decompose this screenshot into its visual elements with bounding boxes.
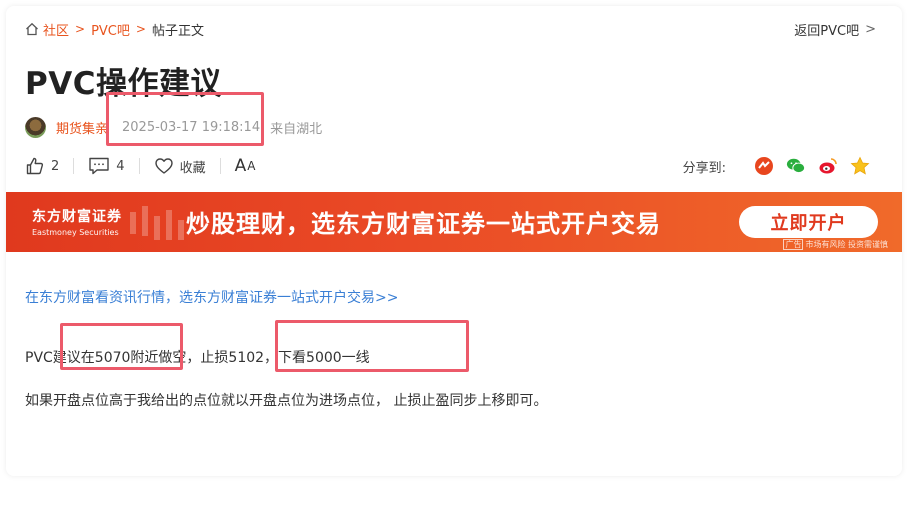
divider (138, 158, 140, 174)
breadcrumb: 社区 > PVC吧 > 帖子正文 (25, 20, 204, 39)
ad-disclaimer: 广告 市场有风险 投资需谨慎 (783, 239, 888, 250)
post-paragraph: 如果开盘点位高于我给出的点位就以开盘点位为进场点位， 止损止盈同步上移即可。 (25, 393, 548, 409)
heart-icon (154, 158, 173, 174)
banner-slogan: 炒股理财，选东方财富证券一站式开户交易 (186, 210, 661, 238)
author-name[interactable]: 期货集亲 (56, 118, 108, 137)
share-label: 分享到: (682, 160, 726, 176)
font-size-large: A (234, 156, 247, 176)
eastmoney-logo: 东方财富证券 Eastmoney Securities (32, 206, 122, 237)
ad-note: 市场有风险 投资需谨慎 (805, 240, 888, 249)
breadcrumb-pvc-bar[interactable]: PVC吧 (91, 20, 130, 39)
post-paragraph: PVC建议在5070附近做空，止损5102，下看5000一线 (25, 350, 370, 366)
share-bar: 分享到: (683, 156, 870, 176)
post-title: PVC操作建议 (25, 66, 222, 102)
post-location: 来自湖北 (270, 122, 323, 137)
share-qzone-icon[interactable] (850, 156, 870, 176)
chevron-right-icon: > (135, 22, 146, 36)
avatar[interactable] (25, 117, 46, 138)
home-icon[interactable] (25, 22, 39, 36)
ad-banner[interactable]: 东方财富证券 Eastmoney Securities 炒股理财，选东方财富证券… (6, 192, 902, 252)
back-to-bar-link[interactable]: 返回PVC吧 > (794, 20, 876, 39)
open-account-button[interactable]: 立即开户 (739, 206, 878, 238)
thumbs-up-icon (26, 157, 44, 175)
comment-count: 4 (116, 158, 125, 174)
divider (73, 158, 75, 174)
post-date: 2025-03-17 19:18:14 (122, 120, 261, 135)
font-size-small: A (247, 159, 256, 173)
breadcrumb-community[interactable]: 社区 (43, 20, 69, 39)
chevron-right-icon: > (865, 22, 876, 37)
action-bar: 2 4 收藏 AA (25, 156, 255, 176)
font-size-toggle[interactable]: AA (235, 156, 256, 176)
comment-button[interactable]: 4 (88, 156, 125, 176)
like-button[interactable]: 2 (25, 156, 59, 176)
ad-tag: 广告 (783, 239, 804, 250)
back-link-label: 返回PVC吧 (794, 24, 860, 39)
share-eastmoney-icon[interactable] (754, 156, 774, 176)
share-weibo-icon[interactable] (818, 156, 838, 176)
breadcrumb-current: 帖子正文 (151, 23, 204, 39)
divider (219, 158, 221, 174)
post-meta: 期货集亲 2025-03-17 19:18:14 来自湖北 (25, 117, 322, 138)
chevron-right-icon: > (75, 22, 86, 36)
share-wechat-icon[interactable] (786, 156, 806, 176)
promo-link[interactable]: 在东方财富看资讯行情，选东方财富证券一站式开户交易>> (25, 287, 398, 307)
comment-icon (89, 157, 109, 175)
candlestick-decoration (130, 206, 184, 240)
like-count: 2 (51, 158, 60, 174)
favorite-button[interactable]: 收藏 (154, 156, 206, 176)
brand-name: 东方财富证券 (32, 209, 122, 225)
favorite-label: 收藏 (179, 160, 206, 176)
brand-name-en: Eastmoney Securities (32, 228, 119, 237)
